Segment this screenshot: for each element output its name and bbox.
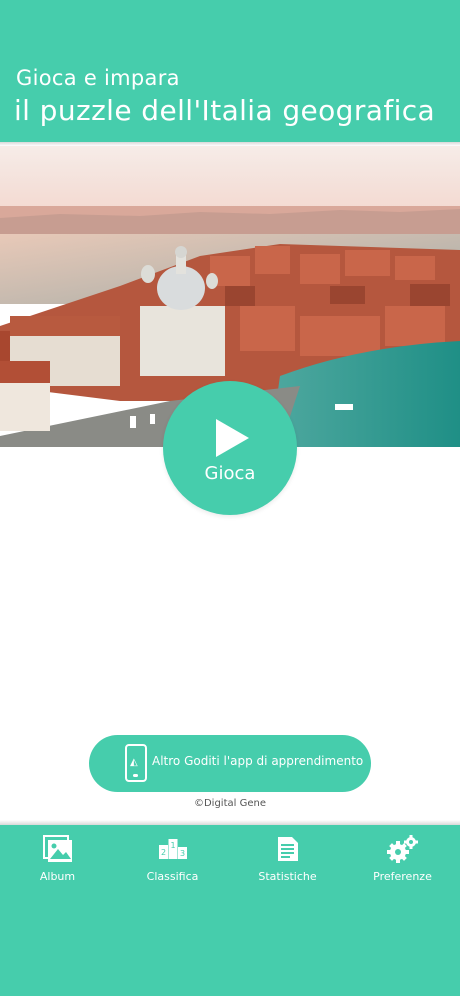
tab-preferenze-label: Preferenze bbox=[373, 870, 432, 883]
promo-app-button[interactable]: ◭ Altro Goditi l'app di apprendimento bbox=[89, 735, 371, 792]
tab-statistiche-label: Statistiche bbox=[258, 870, 317, 883]
play-icon bbox=[216, 419, 249, 457]
tab-classifica-label: Classifica bbox=[146, 870, 199, 883]
header-title: il puzzle dell'Italia geografica bbox=[14, 94, 436, 127]
svg-text:2: 2 bbox=[160, 848, 165, 857]
svg-text:1: 1 bbox=[170, 841, 175, 850]
app-header: Gioca e impara il puzzle dell'Italia geo… bbox=[0, 0, 460, 142]
album-icon bbox=[0, 835, 115, 865]
promo-button-label: Altro Goditi l'app di apprendimento bbox=[152, 754, 364, 768]
tab-classifica[interactable]: 2 1 3 Classifica bbox=[115, 833, 230, 885]
play-button[interactable]: Gioca bbox=[163, 381, 297, 515]
header-subtitle: Gioca e impara bbox=[16, 66, 180, 90]
tab-album[interactable]: Album bbox=[0, 833, 115, 885]
document-icon bbox=[230, 835, 345, 865]
tab-album-label: Album bbox=[39, 870, 76, 883]
tab-statistiche[interactable]: Statistiche bbox=[230, 833, 345, 885]
gears-icon bbox=[345, 835, 460, 865]
copyright-text: ©Digital Gene bbox=[193, 798, 266, 809]
podium-icon: 2 1 3 bbox=[115, 835, 230, 865]
play-button-label: Gioca bbox=[204, 463, 256, 484]
phone-app-icon: ◭ bbox=[125, 744, 147, 782]
svg-text:3: 3 bbox=[179, 849, 184, 858]
tab-preferenze[interactable]: Preferenze bbox=[345, 833, 460, 885]
bottom-tab-bar: Album 2 1 3 Classifica Statistiche Prefe… bbox=[0, 825, 460, 996]
